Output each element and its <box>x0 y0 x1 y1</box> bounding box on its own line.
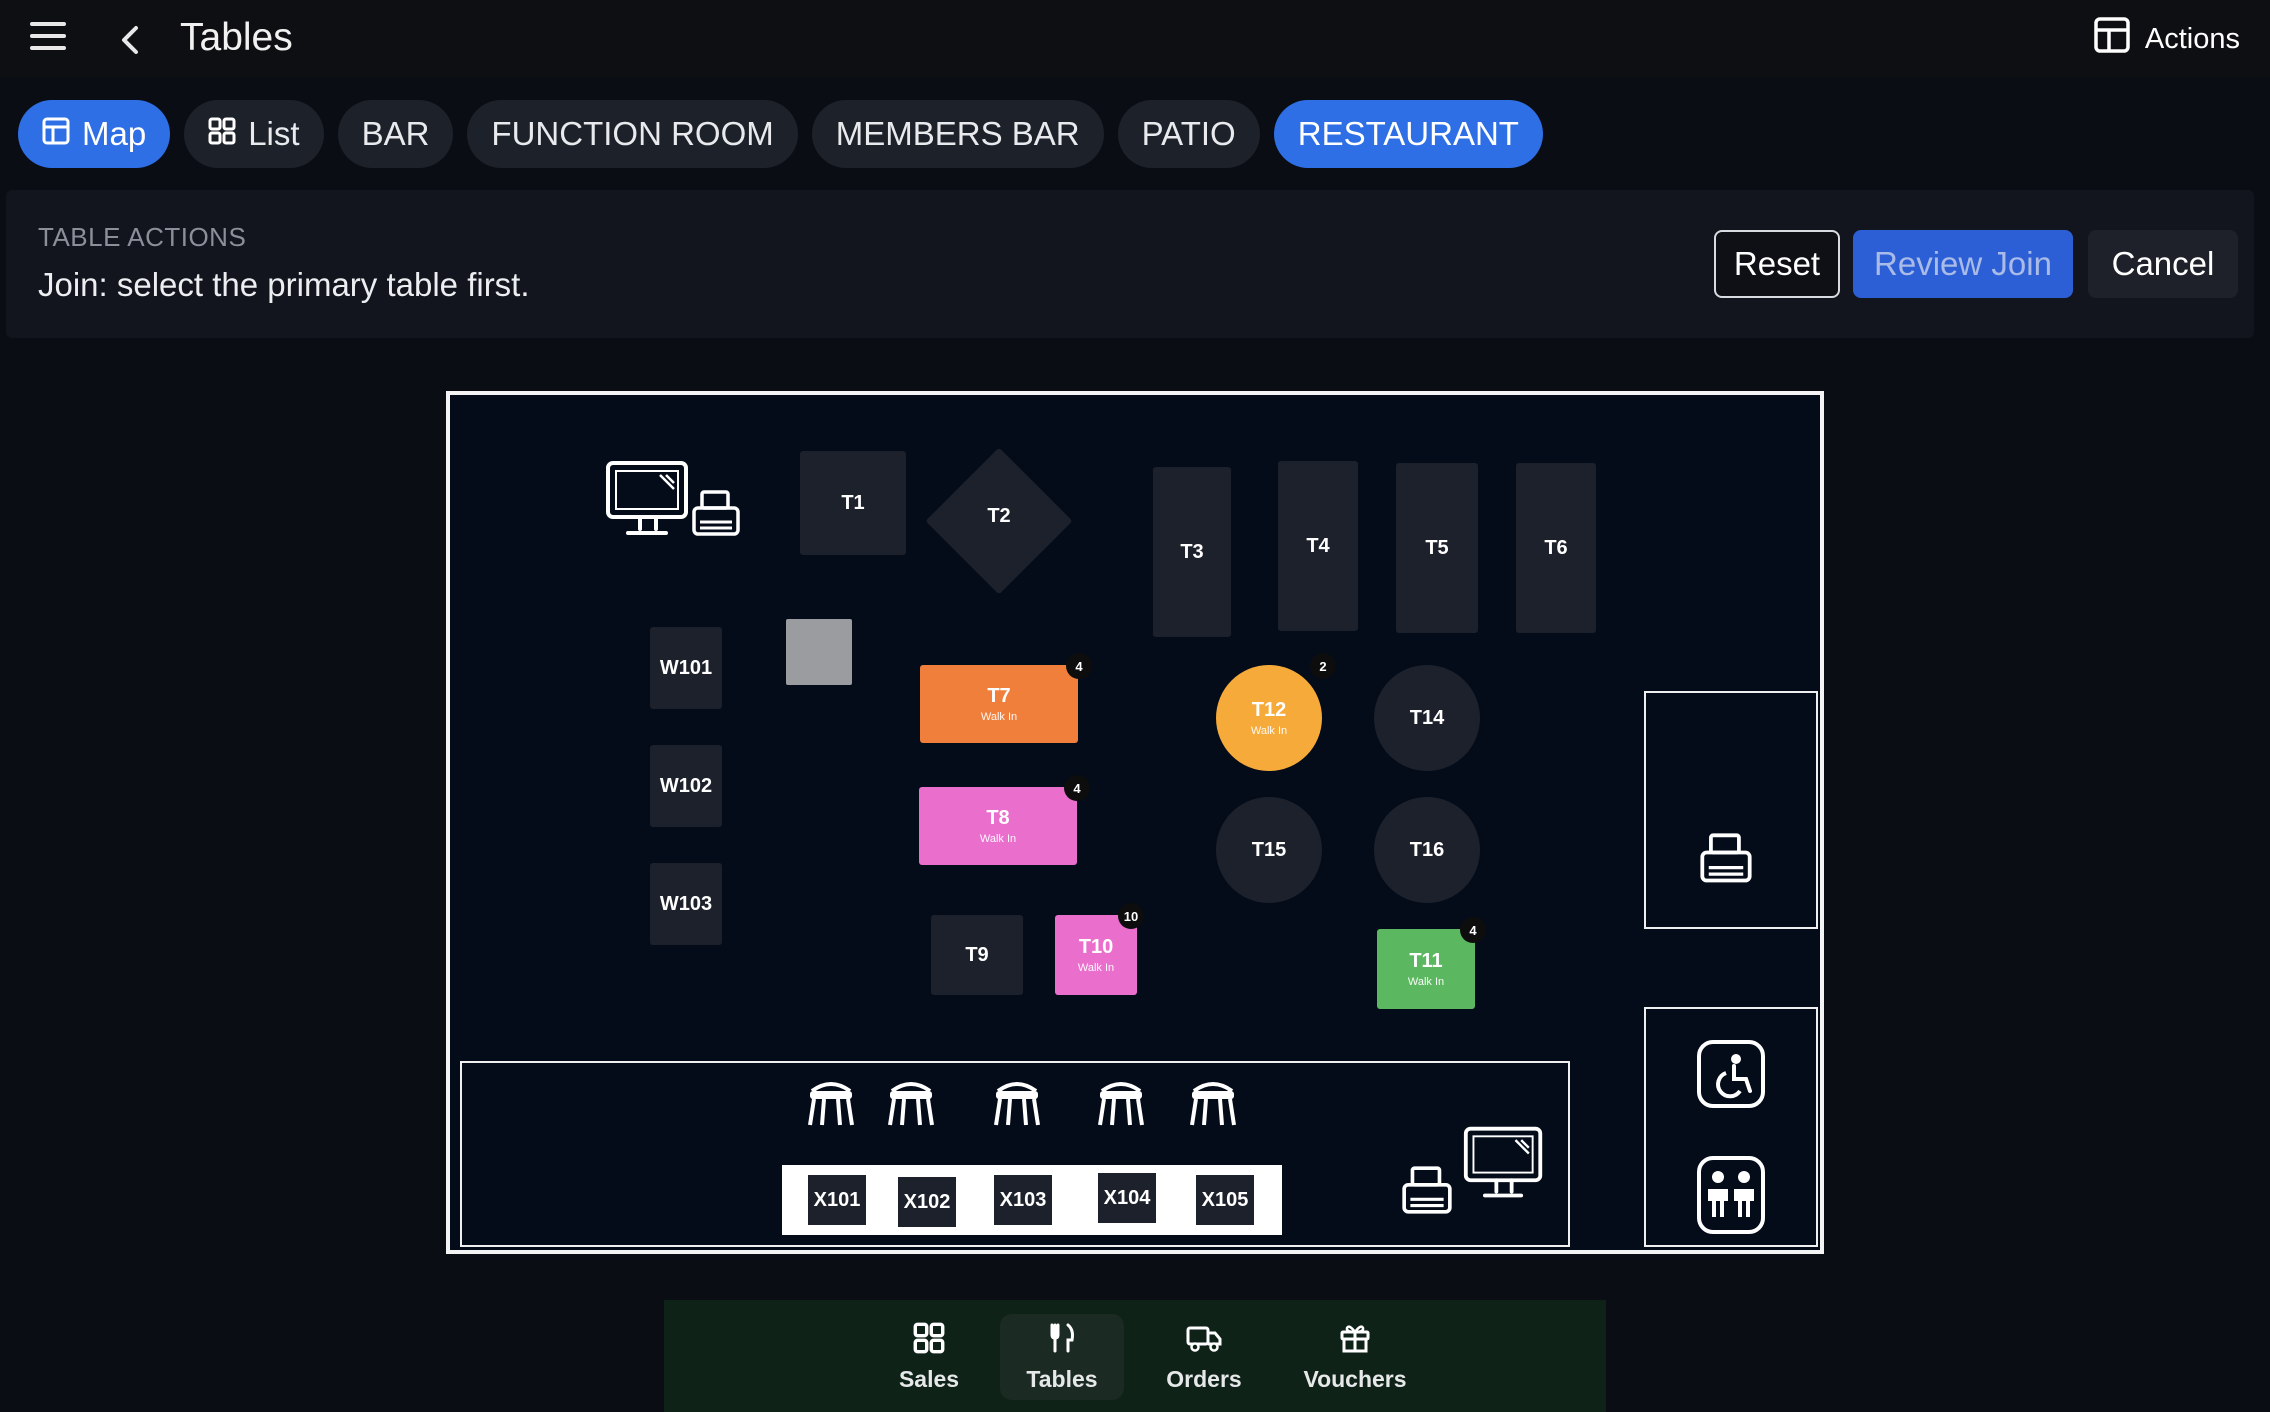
table-t11[interactable]: T11 Walk In <box>1377 929 1475 1009</box>
guest-count-badge: 4 <box>1064 775 1090 801</box>
table-w103[interactable]: W103 <box>650 863 722 945</box>
table-t6[interactable]: T6 <box>1516 463 1596 633</box>
table-t3[interactable]: T3 <box>1153 467 1231 637</box>
tab-map[interactable]: Map <box>18 100 171 168</box>
table-t7[interactable]: T7 Walk In <box>920 665 1078 743</box>
cutlery-icon <box>1046 1322 1078 1360</box>
area-tabs: Map List BAR FUNCTION ROOM MEMBERS BAR P… <box>18 100 1543 168</box>
actions-label: Actions <box>2144 22 2240 55</box>
grid-icon <box>208 115 236 153</box>
table-x105[interactable]: X105 <box>1196 1175 1254 1225</box>
grid-icon <box>913 1322 945 1360</box>
nav-tables[interactable]: Tables <box>1000 1314 1124 1400</box>
gift-icon <box>1339 1322 1371 1360</box>
actions-button[interactable]: Actions <box>2093 16 2240 62</box>
table-t9[interactable]: T9 <box>931 915 1023 995</box>
bar-area: X101 X102 X103 X104 X105 <box>460 1061 1570 1247</box>
table-t1[interactable]: T1 <box>800 451 906 555</box>
table-x104[interactable]: X104 <box>1098 1173 1156 1223</box>
bottom-nav: Sales Tables Orders Vouchers <box>664 1300 1606 1412</box>
review-join-button[interactable]: Review Join <box>1853 230 2073 298</box>
guest-count-badge: 2 <box>1310 653 1336 679</box>
service-station <box>1644 691 1818 929</box>
nav-vouchers[interactable]: Vouchers <box>1280 1314 1430 1400</box>
floor-map: T1 T2 T3 T4 T5 T6 W101 W102 W103 T7 Walk… <box>446 391 1824 1254</box>
table-w102[interactable]: W102 <box>650 745 722 827</box>
tab-members-bar[interactable]: MEMBERS BAR <box>811 100 1104 168</box>
pos-terminal-icon <box>1462 1123 1546 1210</box>
restroom-icon <box>1696 1155 1766 1240</box>
bar-stool-icon <box>804 1073 858 1134</box>
bar-stool-icon <box>884 1073 938 1134</box>
table-actions-heading: TABLE ACTIONS <box>38 222 247 252</box>
back-icon[interactable] <box>112 20 148 60</box>
reset-button[interactable]: Reset <box>1714 230 1840 298</box>
tab-restaurant[interactable]: RESTAURANT <box>1273 100 1543 168</box>
bar-counter: X101 X102 X103 X104 X105 <box>782 1165 1282 1235</box>
menu-icon[interactable] <box>30 22 66 56</box>
tab-function-room[interactable]: FUNCTION ROOM <box>467 100 798 168</box>
top-bar: Tables Actions <box>0 0 2270 78</box>
receipt-printer-icon <box>1698 831 1754 892</box>
layout-icon <box>2093 16 2131 62</box>
guest-count-badge: 4 <box>1460 917 1486 943</box>
guest-count-badge: 10 <box>1118 903 1144 929</box>
table-t5[interactable]: T5 <box>1396 463 1478 633</box>
pos-terminal-icon <box>604 459 692 546</box>
tab-list[interactable]: List <box>184 100 324 168</box>
table-x101[interactable]: X101 <box>808 1175 866 1225</box>
bar-stool-icon <box>990 1073 1044 1134</box>
placeholder-block <box>786 619 852 685</box>
map-icon <box>42 115 70 153</box>
restrooms <box>1644 1007 1818 1247</box>
tab-patio[interactable]: PATIO <box>1117 100 1260 168</box>
page-title: Tables <box>180 16 293 59</box>
receipt-printer-icon <box>1400 1163 1454 1224</box>
delivery-truck-icon <box>1185 1322 1223 1360</box>
table-actions-panel: TABLE ACTIONS Join: select the primary t… <box>6 190 2254 338</box>
join-instruction: Join: select the primary table first. <box>38 266 530 303</box>
table-x102[interactable]: X102 <box>898 1177 956 1227</box>
receipt-printer-icon <box>690 488 742 545</box>
table-t14[interactable]: T14 <box>1374 665 1480 771</box>
table-t16[interactable]: T16 <box>1374 797 1480 903</box>
table-t2[interactable] <box>925 447 1073 595</box>
nav-sales[interactable]: Sales <box>874 1314 984 1400</box>
table-t4[interactable]: T4 <box>1278 461 1358 631</box>
accessible-restroom-icon <box>1696 1039 1766 1114</box>
guest-count-badge: 4 <box>1066 653 1092 679</box>
table-t15[interactable]: T15 <box>1216 797 1322 903</box>
bar-stool-icon <box>1186 1073 1240 1134</box>
table-w101[interactable]: W101 <box>650 627 722 709</box>
cancel-button[interactable]: Cancel <box>2088 230 2238 298</box>
bar-stool-icon <box>1094 1073 1148 1134</box>
table-t8[interactable]: T8 Walk In <box>919 787 1077 865</box>
table-x103[interactable]: X103 <box>994 1175 1052 1225</box>
nav-orders[interactable]: Orders <box>1142 1314 1266 1400</box>
table-t12[interactable]: T12 Walk In <box>1216 665 1322 771</box>
tab-bar[interactable]: BAR <box>337 100 454 168</box>
